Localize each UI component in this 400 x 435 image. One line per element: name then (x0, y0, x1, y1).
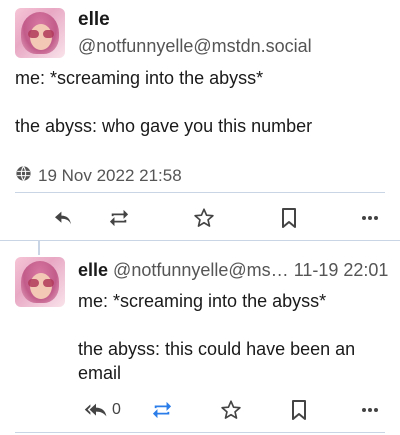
account-handle[interactable]: @notfunnyelle@ms… (113, 260, 289, 280)
post-action-bar: 0 (0, 392, 400, 428)
thread-line (38, 241, 40, 255)
post-content: me: *screaming into the abyss* the abyss… (15, 68, 313, 136)
bookmark-icon (290, 399, 308, 421)
boost-button[interactable] (147, 392, 177, 428)
post-meta: 19 Nov 2022 21:58 (15, 165, 182, 187)
divider (15, 432, 385, 433)
favourite-icon (220, 399, 242, 421)
display-name[interactable]: elle (78, 9, 110, 31)
favourite-button[interactable] (189, 200, 219, 236)
avatar[interactable] (15, 257, 65, 307)
reply-header: elle @notfunnyelle@ms… 11-19 22:01 (78, 260, 388, 281)
reply-icon (53, 210, 73, 226)
post-timestamp[interactable]: 11-19 22:01 (294, 260, 389, 280)
more-icon (361, 215, 379, 221)
divider (0, 240, 400, 241)
reply-button[interactable] (48, 200, 78, 236)
post-timestamp[interactable]: 19 Nov 2022 21:58 (38, 166, 182, 186)
post-action-bar (0, 200, 400, 236)
divider (15, 192, 385, 193)
more-button[interactable] (355, 200, 385, 236)
post-content: me: *screaming into the abyss* the abyss… (78, 291, 356, 383)
boost-icon (108, 208, 130, 228)
avatar[interactable] (15, 8, 65, 58)
reply-count: 0 (112, 401, 121, 418)
boost-button[interactable] (104, 200, 134, 236)
favourite-icon (193, 207, 215, 229)
more-button[interactable] (355, 392, 385, 428)
bookmark-icon (280, 207, 298, 229)
globe-icon (15, 165, 32, 187)
reply-all-button[interactable]: 0 (80, 392, 124, 428)
reply-all-icon (83, 402, 109, 418)
favourite-button[interactable] (216, 392, 246, 428)
bookmark-button[interactable] (274, 200, 304, 236)
boost-icon (151, 400, 173, 420)
bookmark-button[interactable] (284, 392, 314, 428)
display-name[interactable]: elle (78, 260, 108, 280)
more-icon (361, 407, 379, 413)
account-handle[interactable]: @notfunnyelle@mstdn.social (78, 36, 312, 57)
